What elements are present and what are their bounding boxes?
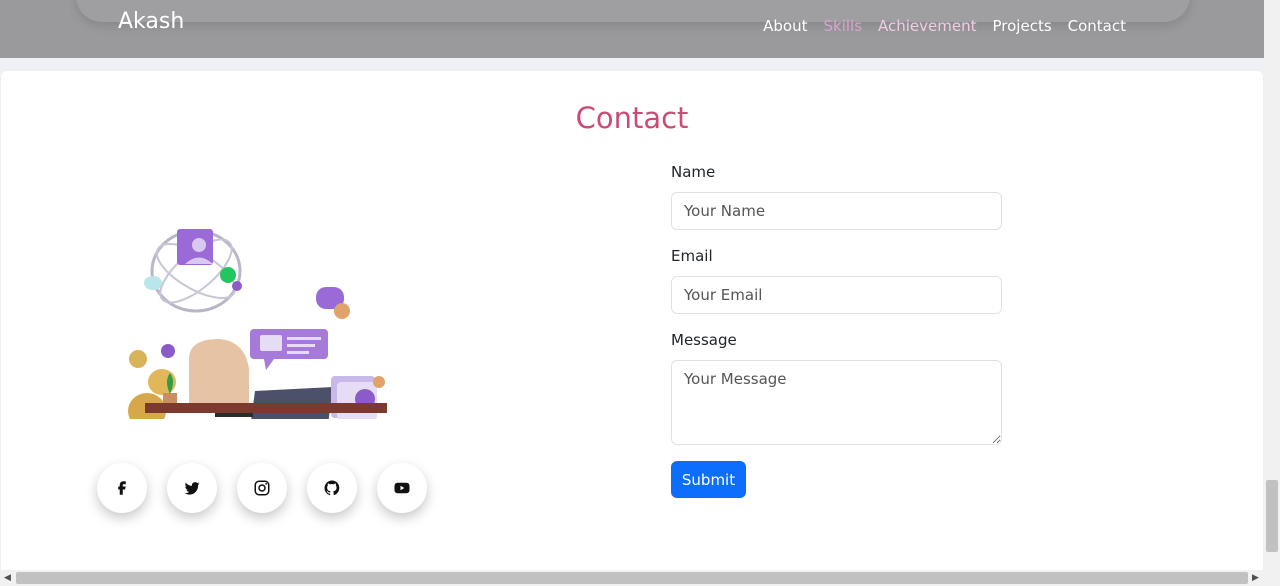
message-textarea[interactable] bbox=[671, 360, 1002, 445]
vertical-scrollbar-thumb[interactable] bbox=[1266, 480, 1278, 552]
submit-button[interactable]: Submit bbox=[671, 461, 746, 498]
horizontal-scrollbar-thumb[interactable] bbox=[16, 572, 1248, 584]
message-label: Message bbox=[671, 331, 737, 349]
email-input[interactable] bbox=[671, 276, 1002, 314]
github-button[interactable] bbox=[307, 463, 357, 513]
scroll-right-arrow-icon[interactable]: ▶ bbox=[1252, 573, 1259, 583]
contact-form: Name Email Message Submit bbox=[671, 163, 1003, 498]
github-icon bbox=[324, 480, 340, 496]
nav-link-projects[interactable]: Projects bbox=[993, 17, 1052, 35]
facebook-icon bbox=[118, 481, 126, 495]
section-title: Contact bbox=[1, 101, 1263, 135]
instagram-button[interactable] bbox=[237, 463, 287, 513]
nav-link-about[interactable]: About bbox=[763, 17, 807, 35]
youtube-icon bbox=[394, 482, 410, 494]
twitter-button[interactable] bbox=[167, 463, 217, 513]
name-label: Name bbox=[671, 163, 716, 181]
nav-link-achievement[interactable]: Achievement bbox=[878, 17, 976, 35]
contact-illustration bbox=[128, 229, 387, 419]
youtube-button[interactable] bbox=[377, 463, 427, 513]
twitter-icon bbox=[184, 482, 200, 495]
nav-link-skills[interactable]: Skills bbox=[823, 17, 862, 35]
name-input[interactable] bbox=[671, 192, 1002, 230]
nav-links: About Skills Achievement Projects Contac… bbox=[763, 17, 1126, 35]
scroll-left-arrow-icon[interactable]: ◀ bbox=[4, 573, 11, 583]
contact-section: Contact Name Your Name Email Your Email … bbox=[1, 71, 1263, 570]
facebook-button[interactable] bbox=[97, 463, 147, 513]
top-navbar: Akash About Skills Achievement Projects … bbox=[0, 0, 1264, 58]
instagram-icon bbox=[254, 480, 270, 496]
brand-logo[interactable]: Akash bbox=[118, 9, 184, 34]
email-label: Email bbox=[671, 247, 713, 265]
nav-link-contact[interactable]: Contact bbox=[1068, 17, 1126, 35]
social-links bbox=[97, 463, 427, 513]
